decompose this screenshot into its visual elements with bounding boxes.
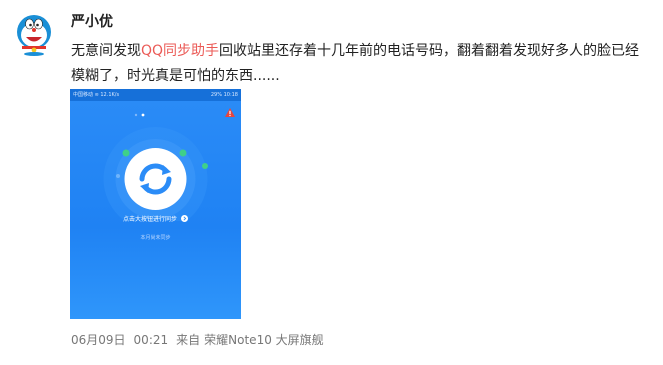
- status-left-text: 中国移动 ≋ 12.1K/s: [73, 92, 120, 98]
- avatar[interactable]: [12, 12, 56, 56]
- phone-status-bar: 中国移动 ≋ 12.1K/s 29% 10:18: [70, 89, 241, 101]
- sync-status-subtext: 本月尚未同步: [140, 235, 171, 241]
- sync-instruction-label: 点击大按钮进行同步: [123, 216, 178, 223]
- post-date: 06月09日: [71, 333, 126, 347]
- post-screenshot-image[interactable]: 中国移动 ≋ 12.1K/s 29% 10:18 点击大按钮进行同步 本月尚未同…: [70, 89, 241, 319]
- post-meta: 06月09日 00:21 来自 荣耀Note10 大屏旗舰: [71, 331, 332, 348]
- status-right-text: 29% 10:18: [210, 92, 238, 98]
- sync-instruction[interactable]: 点击大按钮进行同步: [70, 214, 241, 223]
- chevron-right-circle-icon: [180, 215, 188, 222]
- doraemon-avatar-icon: [17, 15, 51, 56]
- post-text-highlight-link[interactable]: QQ同步助手: [141, 43, 219, 59]
- post-source-prefix: 来自: [176, 333, 201, 347]
- username[interactable]: 严小优: [71, 11, 113, 31]
- post-text-before: 无意间发现: [71, 43, 141, 59]
- post-text: 无意间发现QQ同步助手回收站里还存着十几年前的电话号码，翻着翻着发现好多人的脸已…: [71, 39, 641, 89]
- sync-button-graphic[interactable]: [70, 101, 241, 221]
- post-device-link[interactable]: 荣耀Note10 大屏旗舰: [204, 333, 324, 347]
- post-time: 00:21: [133, 333, 169, 347]
